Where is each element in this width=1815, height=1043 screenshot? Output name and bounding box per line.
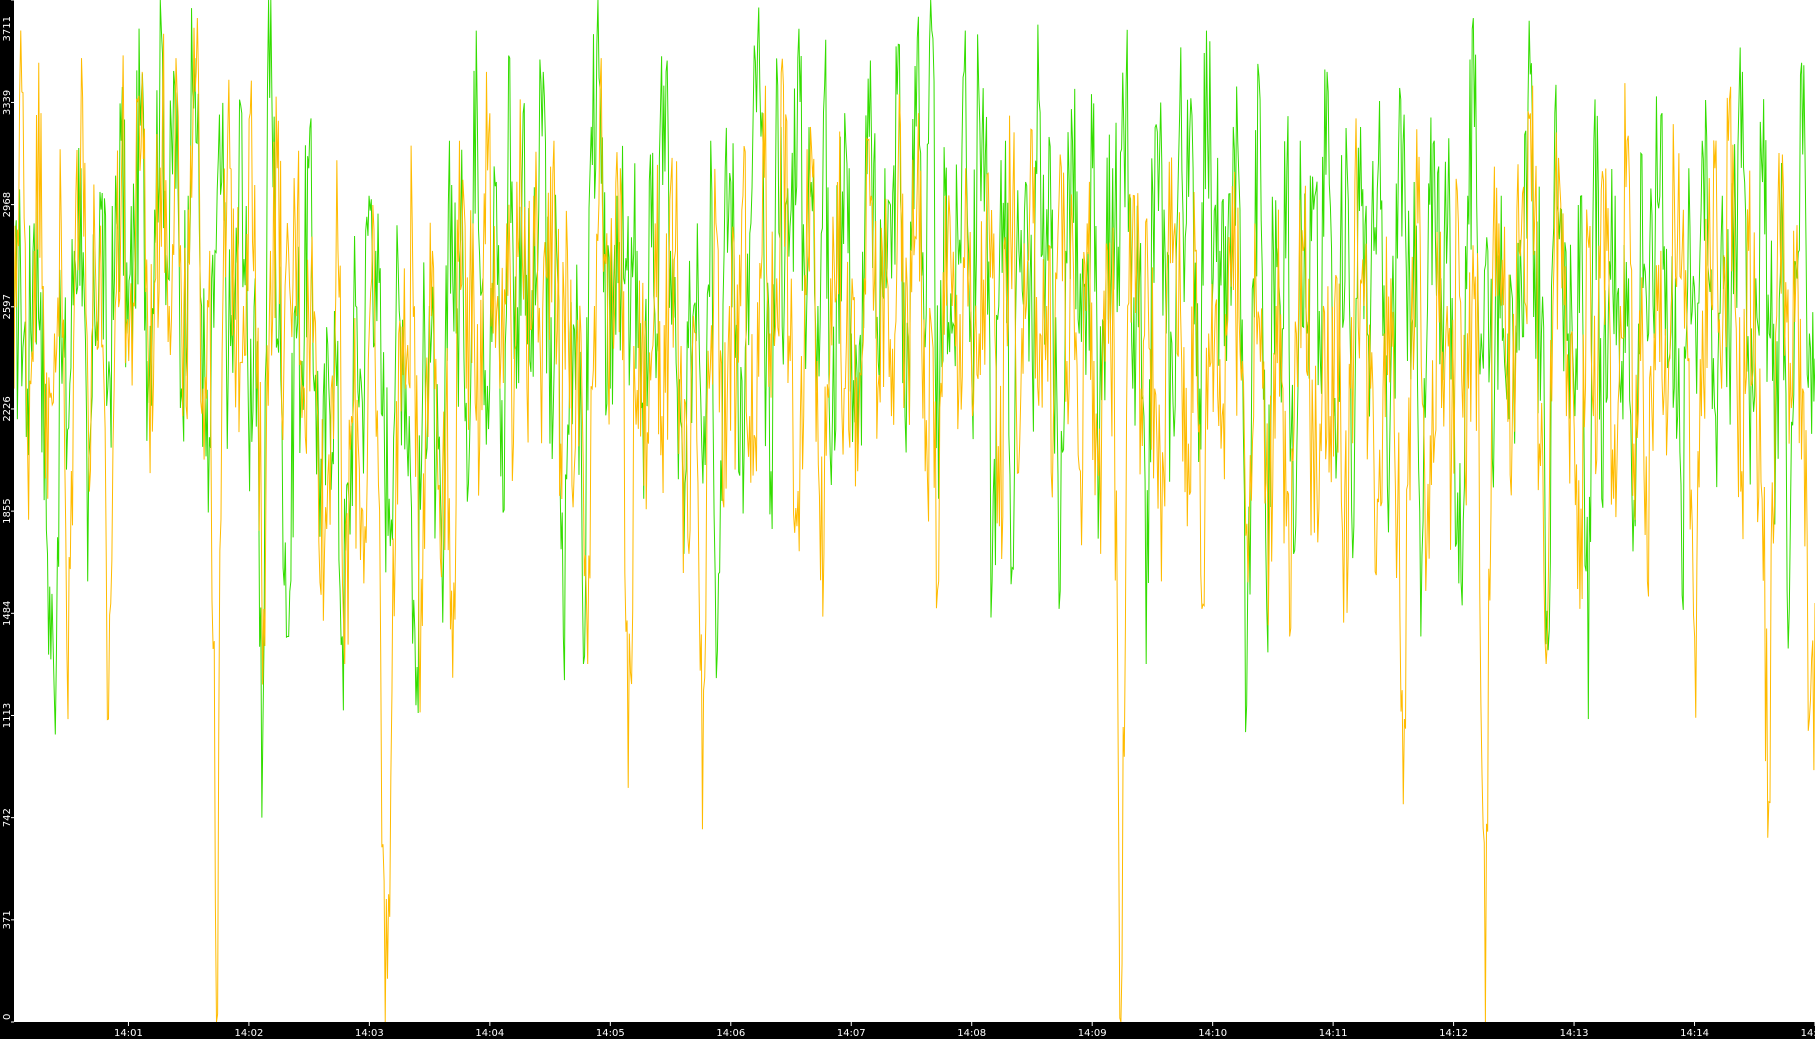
x-tick-label: 14:09 — [1078, 1028, 1107, 1039]
x-tick-label: 14:06 — [716, 1028, 745, 1039]
y-tick-label: 2968 — [2, 192, 13, 217]
x-axis-strip — [0, 1022, 1815, 1039]
y-tick-label: 1113 — [2, 703, 13, 728]
x-tick-label: 14:14 — [1680, 1028, 1709, 1039]
y-tick-label: 742 — [2, 808, 13, 827]
y-tick-label: 371 — [2, 910, 13, 929]
y-tick-label: 0 — [2, 1014, 13, 1020]
y-tick-label: 2597 — [2, 294, 13, 319]
x-tick-label: 14:07 — [837, 1028, 866, 1039]
y-tick-label: 1855 — [2, 498, 13, 523]
y-tick-label: 3711 — [2, 16, 13, 41]
y-tick-label: 2226 — [2, 396, 13, 421]
x-tick-label: 14:13 — [1560, 1028, 1589, 1039]
x-tick-label: 14:08 — [957, 1028, 986, 1039]
x-tick-label: 14:12 — [1439, 1028, 1468, 1039]
x-tick-label: 14:03 — [355, 1028, 384, 1039]
x-tick-label: 14:04 — [475, 1028, 504, 1039]
x-tick-label: 14:05 — [596, 1028, 625, 1039]
x-tick-label: 14:11 — [1319, 1028, 1348, 1039]
y-tick-label: 1484 — [2, 601, 13, 626]
x-tick-label: 14:02 — [234, 1028, 263, 1039]
x-tick-label: 14:10 — [1198, 1028, 1227, 1039]
x-tick-label: 14:15 — [1801, 1028, 1815, 1039]
chart-svg: 037174211131484185522262597296833393711 … — [0, 0, 1815, 1039]
chart-area: 0 371 742 1113 1484 1855 2226 2597 2968 3339 3711 … — [0, 0, 1815, 1039]
y-tick-label: 3339 — [2, 90, 13, 115]
x-tick-label: 14:01 — [114, 1028, 143, 1039]
